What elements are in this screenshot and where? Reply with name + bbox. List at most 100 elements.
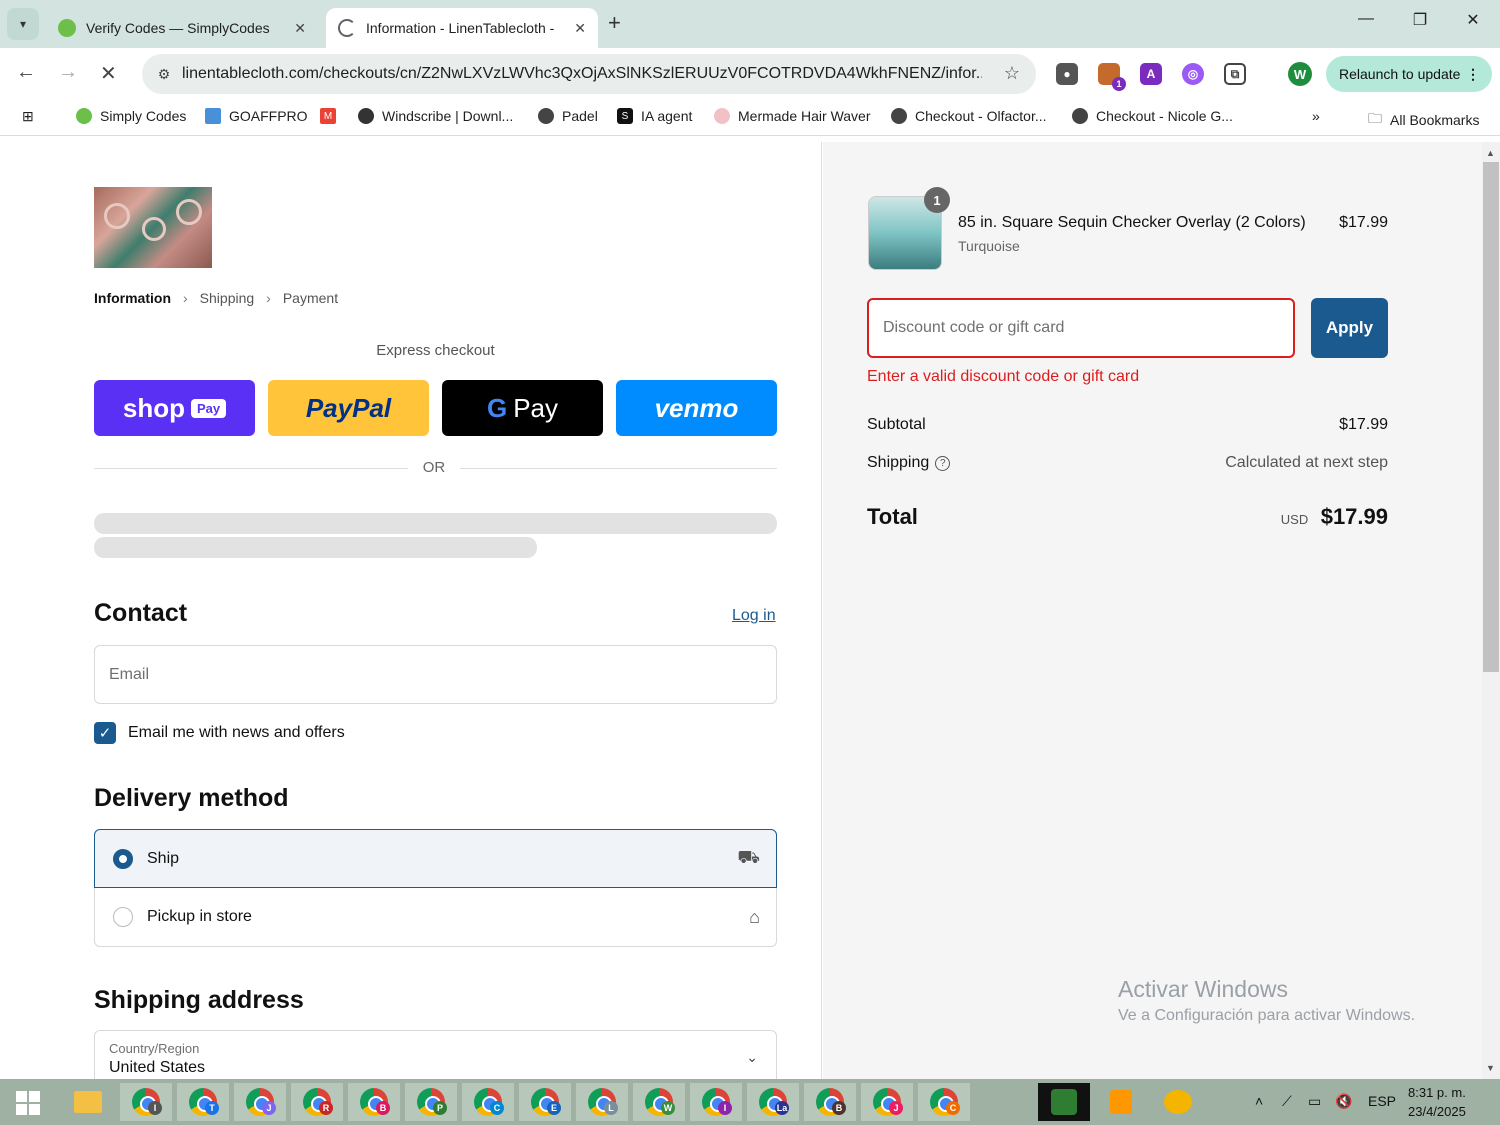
delivery-option-pickup[interactable]: Pickup in store ⌂ (94, 888, 777, 947)
show-hidden-icons-icon[interactable]: ˄ (1255, 1093, 1263, 1109)
or-label: OR (408, 459, 460, 476)
start-windows-icon[interactable] (16, 1091, 40, 1115)
profile-badge: W (661, 1101, 675, 1115)
close-tab-icon[interactable]: ✕ (574, 20, 586, 37)
scroll-down-icon[interactable]: ▼ (1486, 1063, 1495, 1073)
news-checkbox[interactable]: ✓ (94, 722, 116, 744)
close-tab-icon[interactable]: ✕ (294, 20, 306, 37)
taskbar-chrome-profile[interactable]: J (234, 1083, 286, 1121)
more-bookmarks-icon[interactable]: » (1312, 108, 1320, 124)
stop-loading-icon[interactable]: ✕ (100, 61, 117, 86)
discount-code-input[interactable]: Discount code or gift card (867, 298, 1295, 358)
bookmark-label: Checkout - Nicole G... (1096, 108, 1233, 124)
cookie-extension-icon[interactable]: 1 (1098, 63, 1126, 91)
taskbar-chrome-profile[interactable]: E (519, 1083, 571, 1121)
taskbar-chrome-profile[interactable]: B (804, 1083, 856, 1121)
scroll-up-icon[interactable]: ▲ (1486, 148, 1495, 158)
bookmark-checkout-olfactor[interactable]: Checkout - Olfactor... (891, 108, 1047, 124)
bookmark-label: GOAFFPRO (229, 108, 308, 124)
bookmark-gmail[interactable]: M (320, 108, 344, 124)
tab-linentablecloth[interactable]: Information - LinenTablecloth - ✕ (326, 8, 598, 48)
restore-icon[interactable]: ❐ (1400, 10, 1440, 30)
windscribe-icon (358, 108, 374, 124)
bookmark-simply-codes[interactable]: Simply Codes (76, 108, 186, 124)
forward-icon[interactable]: → (58, 61, 78, 84)
site-settings-icon[interactable]: ⚙ (146, 66, 182, 83)
url-text[interactable]: linentablecloth.com/checkouts/cn/Z2NwLXV… (182, 65, 982, 83)
mascot-app-icon[interactable] (1152, 1083, 1204, 1121)
taskbar-chrome-profile[interactable]: R (291, 1083, 343, 1121)
bookmark-ia-agent[interactable]: S IA agent (617, 108, 692, 124)
bookmark-goaffpro[interactable]: GOAFFPRO (205, 108, 308, 124)
back-icon[interactable]: ← (16, 61, 36, 84)
more-menu-icon[interactable]: ⋮ (1466, 66, 1480, 83)
ship-radio[interactable] (113, 848, 133, 869)
font-extension-icon[interactable]: A (1140, 63, 1162, 85)
relaunch-button[interactable]: Relaunch to update ⋮ (1326, 56, 1492, 92)
profile-avatar[interactable]: W (1288, 62, 1312, 86)
product-price: $17.99 (1339, 214, 1388, 231)
scrollbar-thumb[interactable] (1483, 162, 1499, 672)
shop-pay-button[interactable]: shop Pay (94, 380, 255, 436)
system-clock[interactable]: 8:31 p. m. 23/4/2025 (1408, 1083, 1466, 1121)
tab-title: Verify Codes — SimplyCodes (86, 20, 270, 36)
google-pay-button[interactable]: G Pay (442, 380, 603, 436)
all-bookmarks[interactable]: 🗀 All Bookmarks (1368, 108, 1479, 132)
breadcrumb-shipping[interactable]: Shipping (200, 290, 255, 306)
taskbar-chrome-profile[interactable]: C (462, 1083, 514, 1121)
mermade-icon (714, 108, 730, 124)
bookmark-windscribe[interactable]: Windscribe | Downl... (358, 108, 513, 124)
paypal-button[interactable]: PayPal (268, 380, 429, 436)
bookmark-padel[interactable]: Padel (538, 108, 598, 124)
taskbar-chrome-profile[interactable]: I (690, 1083, 742, 1121)
file-explorer-icon[interactable] (62, 1083, 114, 1121)
bookmark-star-icon[interactable]: ☆ (1004, 63, 1020, 84)
taskbar-chrome-profile[interactable]: La (747, 1083, 799, 1121)
pickup-radio[interactable] (113, 907, 133, 927)
breadcrumb-payment[interactable]: Payment (283, 290, 338, 306)
country-select[interactable]: Country/Region United States ⌄ (94, 1030, 777, 1079)
robot-extension-icon[interactable]: ● (1056, 63, 1078, 85)
taskbar-chrome-profile[interactable]: P (405, 1083, 457, 1121)
profile-badge: L (604, 1101, 618, 1115)
taskbar-chrome-profile[interactable]: L (576, 1083, 628, 1121)
green-app-icon[interactable] (1038, 1083, 1090, 1121)
taskbar-chrome-profile[interactable]: J (861, 1083, 913, 1121)
taskbar-chrome-profile[interactable]: T (177, 1083, 229, 1121)
apply-button[interactable]: Apply (1311, 298, 1388, 358)
relaunch-label: Relaunch to update (1339, 66, 1461, 82)
tab-simplycodes[interactable]: Verify Codes — SimplyCodes ✕ (46, 8, 318, 48)
product-variant: Turquoise (958, 238, 1020, 254)
new-tab-icon[interactable]: + (608, 10, 621, 36)
gmail-icon: M (320, 108, 336, 124)
email-field[interactable]: Email (94, 645, 777, 704)
taskbar-chrome-profile[interactable]: I (120, 1083, 172, 1121)
language-indicator[interactable]: ESP (1368, 1093, 1396, 1109)
sublime-text-icon[interactable] (1095, 1083, 1147, 1121)
close-window-icon[interactable]: ✕ (1453, 10, 1493, 30)
taskbar-chrome-profile[interactable]: C (918, 1083, 970, 1121)
taskbar-chrome-profile[interactable]: W (633, 1083, 685, 1121)
volume-muted-icon[interactable]: 🔇 (1335, 1093, 1352, 1110)
news-checkbox-row[interactable]: ✓ Email me with news and offers (94, 722, 345, 744)
apps-grid-icon[interactable]: ⊞ (22, 108, 34, 125)
bookmark-mermade[interactable]: Mermade Hair Waver (714, 108, 871, 124)
delivery-option-ship[interactable]: Ship ⛟ (94, 829, 777, 888)
address-bar[interactable]: ⚙ linentablecloth.com/checkouts/cn/Z2NwL… (142, 54, 1036, 94)
tab-search-chevron-icon[interactable]: ▾ (7, 8, 39, 40)
subtotal-label: Subtotal (867, 416, 926, 433)
network-icon[interactable]: ▭ (1308, 1093, 1321, 1110)
page-scrollbar[interactable]: ▲ ▼ (1482, 142, 1500, 1079)
shop-pay-label: shop (122, 392, 185, 423)
help-icon[interactable]: ? (935, 455, 951, 471)
profile-badge: J (889, 1101, 903, 1115)
extensions-puzzle-icon[interactable]: ⧉ (1224, 63, 1246, 85)
venmo-button[interactable]: venmo (616, 380, 777, 436)
minimize-icon[interactable]: — (1346, 10, 1386, 28)
login-link[interactable]: Log in (732, 607, 776, 625)
purple-extension-icon[interactable]: ◎ (1182, 63, 1204, 85)
feather-tray-icon[interactable]: ⟋ (1282, 1093, 1292, 1110)
taskbar-chrome-profile[interactable]: B (348, 1083, 400, 1121)
store-logo[interactable] (94, 187, 212, 268)
bookmark-checkout-nicole[interactable]: Checkout - Nicole G... (1072, 108, 1233, 124)
